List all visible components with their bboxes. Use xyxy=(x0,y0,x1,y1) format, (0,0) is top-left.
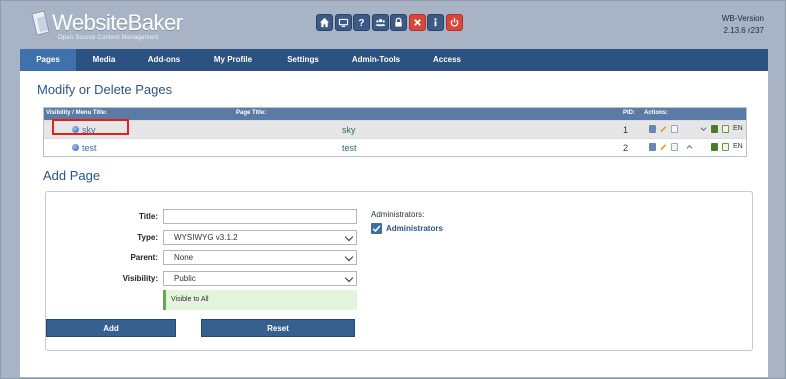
visibility-note: Visible to All xyxy=(163,290,357,310)
brand-name: WebsiteBaker xyxy=(52,10,183,35)
logo[interactable]: WebsiteBaker Open Source Content Managem… xyxy=(30,8,210,44)
col-actions: Actions: xyxy=(644,110,668,116)
menu-title-link[interactable]: test xyxy=(82,143,97,153)
language-code: EN xyxy=(733,143,743,150)
top-toolbar: ? xyxy=(316,14,463,32)
chevron-down-icon xyxy=(344,252,354,262)
calendar-icon[interactable] xyxy=(671,125,678,133)
modify-pages-heading: Modify or Delete Pages xyxy=(37,82,173,97)
administrators-label: Administrators: xyxy=(371,210,425,219)
edit-pencil-icon[interactable] xyxy=(660,143,667,151)
pages-table: Visibility / Menu Title: Page Title: PID… xyxy=(43,107,747,157)
chevron-down-icon xyxy=(344,273,354,283)
page-id: 2 xyxy=(623,143,629,153)
language-code: EN xyxy=(733,125,743,132)
pages-table-header: Visibility / Menu Title: Page Title: PID… xyxy=(44,108,746,120)
help-icon[interactable]: ? xyxy=(353,14,370,31)
nav-admin-tools[interactable]: Admin-Tools xyxy=(336,49,416,71)
type-label: Type: xyxy=(137,233,158,242)
version-number: 2.13.6 r237 xyxy=(723,26,764,35)
view-icon[interactable] xyxy=(649,143,656,151)
view-icon[interactable] xyxy=(649,125,656,133)
info-icon[interactable] xyxy=(427,14,444,31)
users-icon[interactable] xyxy=(371,14,389,31)
nav-pages[interactable]: Pages xyxy=(20,49,76,71)
nav-media[interactable]: Media xyxy=(76,49,132,71)
edit-pencil-icon[interactable] xyxy=(660,125,667,133)
col-page-title: Page Title: xyxy=(236,110,267,116)
page-title-link[interactable]: test xyxy=(342,143,357,153)
col-visibility: Visibility / Menu Title: xyxy=(46,110,108,116)
delete-bin-icon[interactable] xyxy=(711,125,718,133)
menu-title-link[interactable]: sky xyxy=(82,125,96,135)
visibility-select[interactable]: Public xyxy=(163,271,357,286)
check-icon xyxy=(372,225,381,233)
add-child-icon[interactable] xyxy=(722,125,729,133)
brand-tagline: Open Source Content Management xyxy=(58,35,159,41)
nav-settings[interactable]: Settings xyxy=(270,49,336,71)
nav-add-ons[interactable]: Add-ons xyxy=(132,49,196,71)
parent-select[interactable]: None xyxy=(163,250,357,265)
content-panel: Modify or Delete Pages Visibility / Menu… xyxy=(20,71,768,377)
type-select-value: WYSIWYG v3.1.2 xyxy=(174,233,238,242)
administrators-checkbox[interactable] xyxy=(371,223,382,234)
visibility-select-value: Public xyxy=(174,274,196,283)
add-child-icon[interactable] xyxy=(722,143,729,151)
add-page-heading: Add Page xyxy=(43,168,101,183)
version-info: WB-Version 2.13.6 r237 xyxy=(722,13,764,37)
administrators-group-label[interactable]: Administrators xyxy=(386,224,443,233)
type-select[interactable]: WYSIWYG v3.1.2 xyxy=(163,230,357,245)
chevron-down-icon xyxy=(344,232,354,242)
parent-label: Parent: xyxy=(130,253,158,262)
power-icon[interactable] xyxy=(445,14,463,31)
title-label: Title: xyxy=(139,212,158,221)
move-down-icon[interactable] xyxy=(700,125,707,133)
lock-icon[interactable] xyxy=(390,14,407,31)
table-row[interactable]: test test 2 EN xyxy=(44,138,746,156)
add-button[interactable]: Add xyxy=(46,319,176,337)
visibility-globe-icon xyxy=(72,126,79,133)
close-icon[interactable] xyxy=(408,14,426,31)
table-row[interactable]: sky sky 1 EN xyxy=(44,119,746,138)
col-pid: PID: xyxy=(623,110,635,116)
calendar-icon[interactable] xyxy=(671,143,678,151)
monitor-icon[interactable] xyxy=(334,14,352,31)
main-nav: Pages Media Add-ons My Profile Settings … xyxy=(20,49,768,71)
page-title-link[interactable]: sky xyxy=(342,125,356,135)
visibility-label: Visibility: xyxy=(122,274,158,283)
parent-select-value: None xyxy=(174,253,194,262)
page-id: 1 xyxy=(623,125,629,135)
delete-bin-icon[interactable] xyxy=(711,143,718,151)
svg-text:?: ? xyxy=(358,18,364,28)
move-up-icon[interactable] xyxy=(686,143,693,151)
visibility-globe-icon xyxy=(72,144,79,151)
reset-button[interactable]: Reset xyxy=(201,319,355,337)
title-input[interactable] xyxy=(163,209,357,224)
version-label: WB-Version xyxy=(721,14,764,23)
logo-mark-icon xyxy=(31,10,50,36)
nav-access[interactable]: Access xyxy=(416,49,478,71)
add-page-form: Title: Type: WYSIWYG v3.1.2 Parent: None… xyxy=(45,191,753,351)
nav-my-profile[interactable]: My Profile xyxy=(196,49,270,71)
home-icon[interactable] xyxy=(316,14,333,31)
